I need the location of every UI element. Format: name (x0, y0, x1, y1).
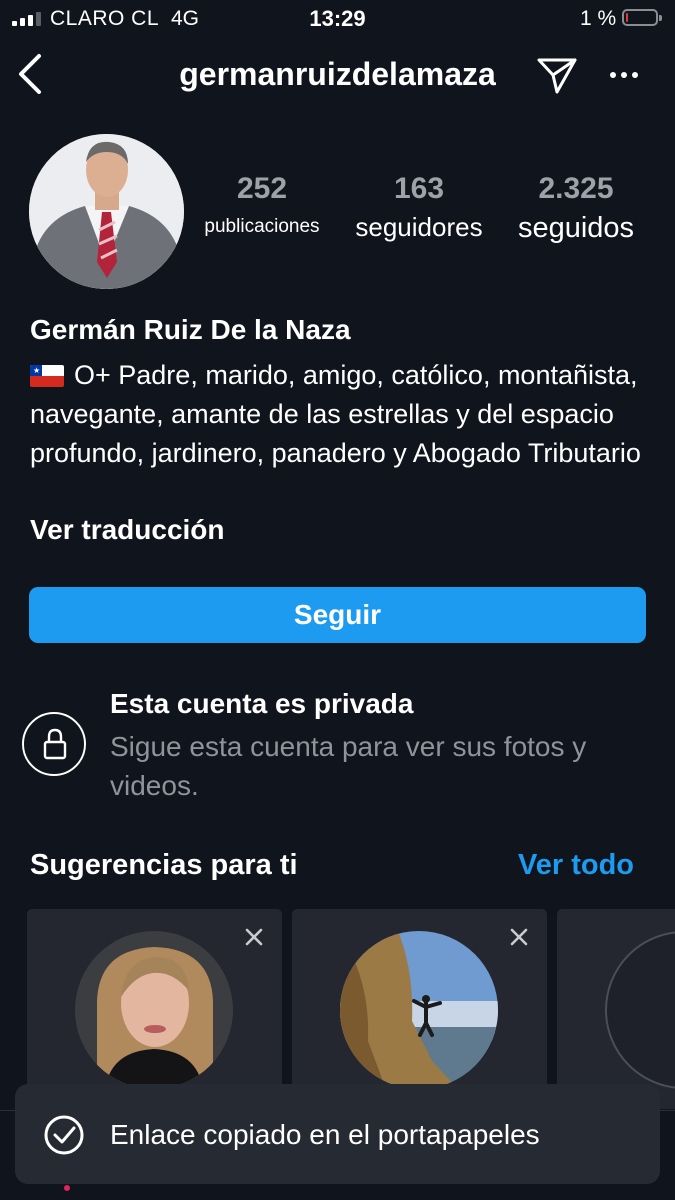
follow-button[interactable]: Seguir (29, 587, 646, 643)
suggestion-card[interactable] (292, 909, 547, 1109)
battery-icon (622, 9, 662, 26)
more-options-button[interactable] (604, 60, 644, 90)
close-icon[interactable] (244, 927, 264, 947)
posts-label: publicaciones (204, 216, 320, 237)
battery-level-fill (626, 13, 628, 22)
battery-percentage: 1 % (580, 7, 617, 30)
see-all-suggestions-link[interactable]: Ver todo (518, 849, 634, 882)
following-count: 2.325 (538, 172, 614, 205)
toast-message: Enlace copiado en el portapapeles (110, 1119, 540, 1150)
status-time: 13:29 (309, 6, 366, 31)
suggested-user-avatar[interactable] (605, 931, 675, 1089)
bio-text: O+ Padre, marido, amigo, católico, monta… (30, 360, 641, 468)
private-account-title: Esta cuenta es privada (110, 688, 414, 719)
private-account-badge (22, 712, 86, 776)
suggestion-card[interactable] (27, 909, 282, 1109)
suggested-user-avatar[interactable] (75, 931, 233, 1089)
posts-count: 252 (236, 172, 288, 205)
followers-label: seguidores (355, 212, 483, 242)
close-icon[interactable] (509, 927, 529, 947)
suggestion-card[interactable] (557, 909, 675, 1109)
following-label: seguidos (517, 212, 635, 244)
toast-notification: Enlace copiado en el portapapeles (15, 1084, 660, 1184)
followers-count: 163 (393, 172, 445, 205)
share-profile-button[interactable] (536, 54, 578, 96)
private-account-description: Sigue esta cuenta para ver sus fotos y v… (110, 731, 587, 801)
status-bar: CLARO CL 4G 13:29 1 % (0, 0, 675, 38)
more-horizontal-icon (610, 72, 638, 78)
profile-photo (29, 134, 184, 289)
paper-plane-icon (537, 58, 577, 94)
suggested-user-photo (340, 931, 498, 1089)
following-stat[interactable]: 2.325 seguidos (502, 172, 650, 245)
chile-flag-icon: ★ (30, 365, 64, 387)
nav-bar: germanruizdelamaza (0, 40, 675, 112)
profile-avatar[interactable] (29, 134, 184, 289)
lock-icon (43, 728, 67, 760)
profile-screen: CLARO CL 4G 13:29 1 % germanruizdelamaza (0, 0, 675, 1200)
suggested-user-avatar[interactable] (340, 931, 498, 1089)
posts-count-stat: 252 publicaciones (188, 172, 336, 238)
suggestions-heading: Sugerencias para ti (30, 849, 298, 881)
notification-dot (64, 1185, 70, 1191)
suggested-user-photo (75, 931, 233, 1089)
profile-bio: ★ O+ Padre, marido, amigo, católico, mon… (30, 356, 650, 473)
followers-stat[interactable]: 163 seguidores (344, 172, 494, 243)
checkmark-circle-icon (44, 1115, 84, 1155)
profile-full-name: Germán Ruiz De la Naza (30, 314, 351, 345)
see-translation-link[interactable]: Ver traducción (30, 514, 225, 546)
